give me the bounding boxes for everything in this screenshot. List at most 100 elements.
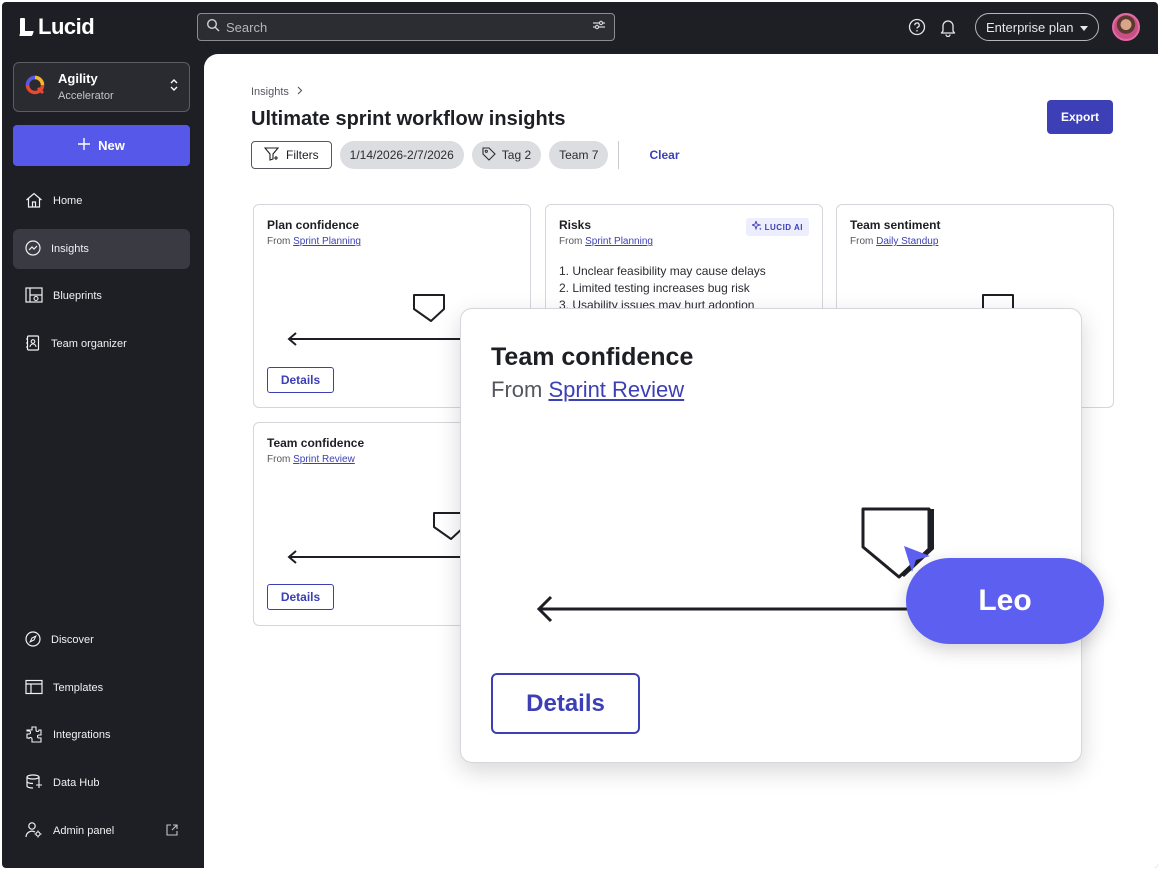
from-label: From <box>850 236 874 247</box>
sidebar-item-label: Integrations <box>53 729 111 741</box>
new-button[interactable]: New <box>13 125 190 166</box>
puzzle-icon <box>25 725 43 746</box>
filters-label: Filters <box>286 148 319 162</box>
source-link[interactable]: Sprint Review <box>548 377 684 402</box>
details-button[interactable]: Details <box>267 367 334 393</box>
list-item: 1. Unclear feasibility may cause delays <box>559 264 766 278</box>
source-link[interactable]: Sprint Review <box>293 454 355 465</box>
search-bar[interactable] <box>197 13 615 41</box>
card-title: Risks <box>559 218 592 232</box>
search-icon <box>206 18 220 37</box>
sidebar-item-label: Blueprints <box>53 290 102 302</box>
filters-button[interactable]: Filters <box>251 141 332 169</box>
sidebar-item-label: Home <box>53 195 83 207</box>
sidebar-item-label: Discover <box>51 634 94 646</box>
card-source: From Daily Standup <box>850 236 938 247</box>
card-title: Plan confidence <box>267 218 360 232</box>
filter-icon <box>263 146 280 164</box>
filters-row: Filters 1/14/2026-2/7/2026 Tag 2 Team 7 … <box>251 140 680 170</box>
risk-list: 1. Unclear feasibility may cause delays … <box>559 263 766 314</box>
card-source: From Sprint Planning <box>559 236 653 247</box>
source-link[interactable]: Sprint Planning <box>585 236 653 247</box>
sidebar-item-label: Team organizer <box>51 338 127 350</box>
page-title: Ultimate sprint workflow insights <box>251 108 566 130</box>
sidebar-item-home[interactable]: Home <box>13 181 190 221</box>
lucid-logo[interactable]: Lucid <box>18 14 95 40</box>
templates-icon <box>25 679 43 698</box>
external-link-icon <box>166 823 178 839</box>
ai-badge-label: LUCID AI <box>764 222 803 232</box>
source-link[interactable]: Daily Standup <box>876 236 938 247</box>
team-organizer-icon <box>25 334 41 354</box>
agility-logo-icon <box>24 74 46 101</box>
sparkle-icon <box>750 219 762 233</box>
sidebar-item-admin-panel[interactable]: Admin panel <box>13 811 190 851</box>
export-button[interactable]: Export <box>1047 100 1113 134</box>
collaborator-cursor-icon <box>904 546 930 572</box>
sidebar-item-discover[interactable]: Discover <box>13 620 190 660</box>
collaborator-cursor-label: Leo <box>906 558 1104 644</box>
home-icon <box>25 192 43 211</box>
filter-settings-icon[interactable] <box>592 18 606 36</box>
card-title: Team confidence <box>267 436 365 450</box>
team-chip[interactable]: Team 7 <box>549 141 609 169</box>
blueprints-icon <box>25 286 43 306</box>
zoom-details-button[interactable]: Details <box>491 673 640 734</box>
tag-icon <box>482 146 496 164</box>
sidebar-item-insights[interactable]: Insights <box>13 229 190 269</box>
chevron-up-down-icon <box>169 78 179 97</box>
logo-icon <box>18 17 34 37</box>
chip-label: Tag 2 <box>501 148 532 162</box>
plus-icon <box>78 138 91 153</box>
plan-label: Enterprise plan <box>986 19 1074 35</box>
sidebar-item-label: Data Hub <box>53 777 100 789</box>
zoom-card-title: Team confidence <box>491 343 694 371</box>
breadcrumb-insights[interactable]: Insights <box>251 86 289 98</box>
workspace-switcher[interactable]: Agility Accelerator <box>13 62 190 112</box>
sidebar: Agility Accelerator New Home Insights Bl… <box>2 54 204 868</box>
workspace-name: Agility <box>58 71 98 87</box>
sidebar-item-label: Admin panel <box>53 825 115 837</box>
bell-icon[interactable] <box>939 17 957 37</box>
compass-icon <box>25 630 41 650</box>
details-button[interactable]: Details <box>267 584 334 610</box>
sidebar-item-integrations[interactable]: Integrations <box>13 715 190 755</box>
clear-filters-link[interactable]: Clear <box>649 148 679 162</box>
caret-down-icon <box>1080 20 1088 35</box>
workspace-subtitle: Accelerator <box>58 89 114 102</box>
sidebar-item-blueprints[interactable]: Blueprints <box>13 276 190 316</box>
new-button-label: New <box>98 138 125 153</box>
insights-icon <box>25 239 41 259</box>
tag-chip[interactable]: Tag 2 <box>471 141 542 169</box>
database-icon <box>25 773 43 793</box>
logo-text: Lucid <box>38 14 95 39</box>
sidebar-item-templates[interactable]: Templates <box>13 668 190 708</box>
card-source: From Sprint Planning <box>267 236 361 247</box>
collaborator-name: Leo <box>978 584 1032 617</box>
user-avatar[interactable] <box>1112 13 1140 41</box>
sidebar-item-data-hub[interactable]: Data Hub <box>13 763 190 803</box>
help-icon[interactable] <box>908 18 926 36</box>
search-input[interactable] <box>226 19 586 35</box>
list-item: 2. Limited testing increases bug risk <box>559 281 750 295</box>
admin-icon <box>25 821 43 842</box>
from-label: From <box>267 236 291 247</box>
card-title: Team sentiment <box>850 218 941 232</box>
top-bar: Lucid Enterprise plan <box>2 2 1158 54</box>
zoom-card-source: From Sprint Review <box>491 377 684 403</box>
date-range-chip[interactable]: 1/14/2026-2/7/2026 <box>339 141 464 169</box>
lucid-ai-badge: LUCID AI <box>745 218 809 236</box>
sidebar-item-label: Insights <box>51 243 89 255</box>
plan-dropdown[interactable]: Enterprise plan <box>975 13 1099 41</box>
team-confidence-zoom-card: Team confidence From Sprint Review Detai… <box>460 308 1082 763</box>
source-link[interactable]: Sprint Planning <box>293 236 361 247</box>
chevron-right-icon <box>297 86 303 98</box>
from-label: From <box>559 236 583 247</box>
card-source: From Sprint Review <box>267 454 355 465</box>
sidebar-item-label: Templates <box>53 682 104 694</box>
chip-label: Team 7 <box>559 148 599 162</box>
sidebar-item-team-organizer[interactable]: Team organizer <box>13 324 190 364</box>
from-label: From <box>267 454 291 465</box>
from-label: From <box>491 377 543 402</box>
breadcrumb: Insights <box>251 86 303 98</box>
